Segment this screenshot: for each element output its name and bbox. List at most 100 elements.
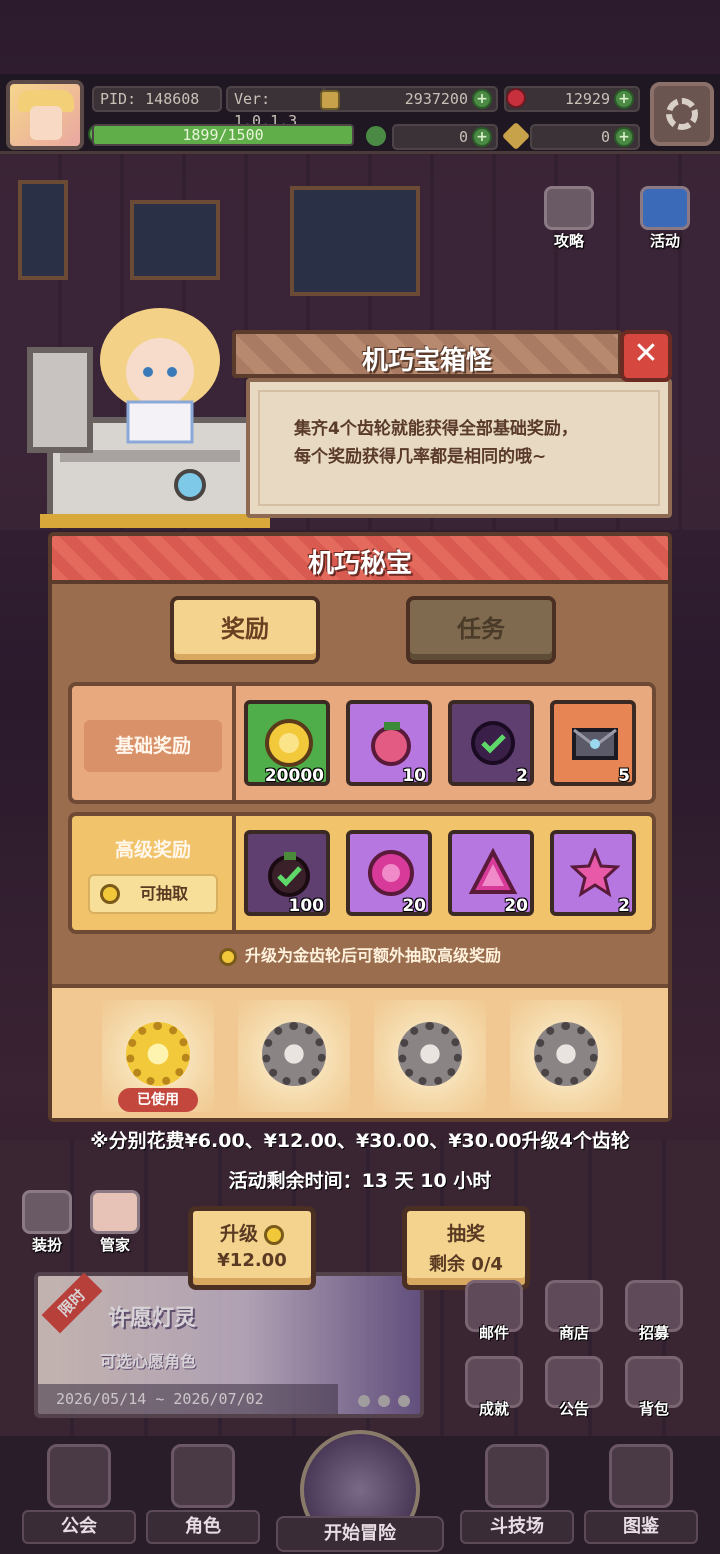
notice-button[interactable]: 公告 (538, 1356, 610, 1428)
xp-bar: 1899/1500 (92, 124, 354, 146)
pink-gem-icon (368, 850, 414, 896)
add-gems-button[interactable]: + (614, 89, 634, 109)
basic-reward-label: 基础奖励 (84, 720, 222, 772)
add-clover-button[interactable]: + (472, 127, 492, 147)
dress-button[interactable]: 装扮 (10, 1190, 84, 1260)
reward-slot[interactable]: 100 (244, 830, 330, 916)
reward-qty: 2 (618, 896, 630, 916)
notice-label: 公告 (558, 1400, 589, 1418)
price-info: ※分别花费¥6.00、¥12.00、¥30.00、¥30.00升级4个齿轮 (90, 1130, 630, 1152)
settings-button[interactable] (650, 82, 714, 146)
draw-remaining: 剩余 0/4 (429, 1254, 503, 1275)
reward-qty: 5 (618, 766, 630, 786)
recruit-button[interactable]: 招募 (618, 1280, 690, 1352)
nav-adventure[interactable]: 开始冒险 (276, 1430, 444, 1554)
grey-gear-icon (534, 1022, 598, 1086)
guide-label: 攻略 (553, 232, 584, 250)
nav-guild[interactable]: 公会 (14, 1444, 144, 1548)
reward-qty: 10 (402, 766, 426, 786)
butler-label: 管家 (99, 1236, 130, 1254)
pid-label: PID: 148608 (92, 86, 222, 112)
pager-dot[interactable] (358, 1395, 370, 1407)
pink-triangle-gem-icon (468, 848, 518, 894)
reward-slot[interactable]: 20 (448, 830, 534, 916)
nav-adventure-label: 开始冒险 (276, 1516, 444, 1552)
gem-value: 12929 (564, 90, 610, 108)
event-banner[interactable]: 限时 许愿灯灵 可选心愿角色 2026/05/14 ~ 2026/07/02 (34, 1272, 424, 1418)
coin-icon (320, 90, 340, 110)
gear-slot-3[interactable] (374, 1000, 486, 1112)
nav-arena[interactable]: 斗技场 (452, 1444, 582, 1548)
gold-gear-icon (218, 947, 237, 966)
butler-button[interactable]: 管家 (78, 1190, 152, 1260)
mechanical-treasure-panel: 机巧秘宝 奖励 任务 基础奖励 20000 10 2 5 高级奖励 可抽取 10… (48, 532, 672, 1122)
reward-slot[interactable]: 5 (550, 700, 636, 786)
nav-codex[interactable]: 图鉴 (576, 1444, 706, 1548)
bag-label: 背包 (638, 1400, 669, 1418)
game-screen: PID: 148608 Ver: 1.0.1.3 2937200 + 12929… (0, 0, 720, 1554)
xp-text: 1899/1500 (182, 126, 264, 144)
shop-button[interactable]: 商店 (538, 1280, 610, 1352)
reward-qty: 100 (288, 896, 325, 916)
crossed-swords-icon (485, 1444, 549, 1508)
background-painting (18, 180, 68, 280)
reward-slot[interactable]: 20000 (244, 700, 330, 786)
mimic-dialog: 集齐4个齿轮就能获得全部基础奖励， 每个奖励获得几率都是相同的哦~ 机巧宝箱怪 … (232, 330, 672, 520)
close-button[interactable]: ✕ (620, 330, 672, 382)
gear-slot-1[interactable]: 已使用 (102, 1000, 214, 1112)
reward-qty: 20 (402, 896, 426, 916)
event-button[interactable]: 活动 (628, 186, 702, 256)
coin-value: 2937200 (404, 90, 468, 108)
draw-label: 抽奖 (446, 1223, 485, 1245)
nav-codex-label: 图鉴 (584, 1510, 698, 1544)
add-key-button[interactable]: + (614, 127, 634, 147)
reward-slot[interactable]: 10 (346, 700, 432, 786)
heart-letter-icon (572, 728, 618, 760)
grey-gear-icon (398, 1022, 462, 1086)
gear-slot-4[interactable] (510, 1000, 622, 1112)
banner-dates: 2026/05/14 ~ 2026/07/02 (38, 1384, 338, 1414)
ruby-icon (506, 88, 526, 108)
grey-gear-icon (262, 1022, 326, 1086)
achievement-button[interactable]: 成就 (458, 1356, 530, 1428)
tab-rewards[interactable]: 奖励 (170, 596, 320, 664)
add-coins-button[interactable]: + (472, 89, 492, 109)
reward-qty: 2 (516, 766, 528, 786)
banner-title: 许愿灯灵 (108, 1306, 197, 1331)
gear-slots: 已使用 (52, 984, 668, 1118)
nav-character-label: 角色 (146, 1510, 260, 1544)
pink-fruit-icon (371, 722, 411, 766)
character-portrait-icon (171, 1444, 235, 1508)
guide-button[interactable]: 攻略 (532, 186, 606, 256)
tab-tasks-label: 任务 (457, 615, 505, 643)
draw-button[interactable]: 抽奖 剩余 0/4 (402, 1206, 530, 1290)
player-avatar[interactable] (6, 80, 84, 150)
row-divider (232, 816, 236, 930)
nav-arena-label: 斗技场 (460, 1510, 574, 1544)
limited-tag: 限时 (41, 1272, 103, 1334)
nav-guild-label: 公会 (22, 1510, 136, 1544)
gear-icon (666, 98, 698, 130)
row-divider (232, 686, 236, 800)
panel-title: 机巧秘宝 (307, 549, 412, 579)
background-painting (130, 200, 220, 280)
tab-tasks[interactable]: 任务 (406, 596, 556, 664)
mail-button[interactable]: 邮件 (458, 1280, 530, 1352)
reward-slot[interactable]: 2 (448, 700, 534, 786)
upgrade-button[interactable]: 升级 ¥12.00 (188, 1206, 316, 1290)
reward-qty: 20000 (264, 766, 324, 786)
pager-dot[interactable] (398, 1395, 410, 1407)
reward-slot[interactable]: 2 (550, 830, 636, 916)
key-icon (501, 121, 531, 151)
dialog-line-2: 每个奖励获得几率都是相同的哦~ (294, 447, 547, 467)
advanced-reward-label-box: 高级奖励 可抽取 (84, 830, 222, 920)
clover-value: 0 (458, 128, 468, 146)
pager-dot[interactable] (378, 1395, 390, 1407)
close-icon: ✕ (633, 336, 659, 371)
butler-icon (90, 1190, 140, 1234)
reward-slot[interactable]: 20 (346, 830, 432, 916)
bag-button[interactable]: 背包 (618, 1356, 690, 1428)
dialog-title: 机巧宝箱怪 (361, 346, 492, 376)
gear-slot-2[interactable] (238, 1000, 350, 1112)
nav-character[interactable]: 角色 (138, 1444, 268, 1548)
